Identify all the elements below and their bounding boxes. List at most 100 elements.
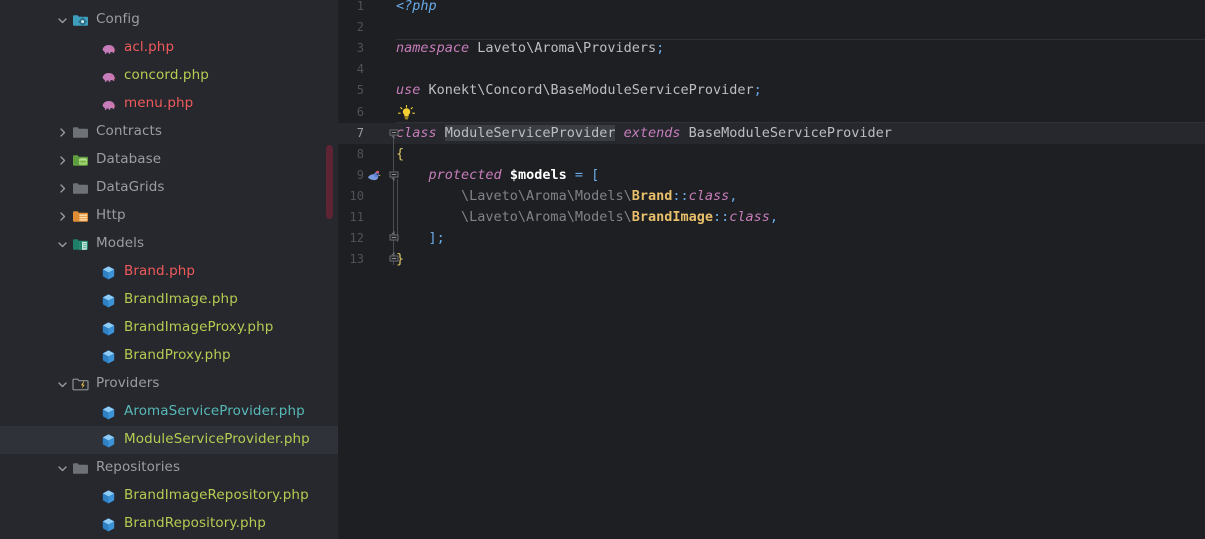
chevron-down-icon[interactable] — [56, 462, 69, 475]
chevron-down-icon[interactable] — [56, 378, 69, 391]
tree-item-label: BrandImage.php — [124, 291, 238, 308]
php-class-icon — [100, 292, 117, 309]
line-number: 10 — [349, 188, 364, 203]
php-class-icon — [100, 264, 117, 281]
tree-item-config[interactable]: Config — [0, 6, 338, 34]
tree-item-brandimage-php[interactable]: BrandImage.php — [0, 286, 338, 314]
tree-item-brandimagerepository-php[interactable]: BrandImageRepository.php — [0, 482, 338, 510]
tree-item-acl-php[interactable]: acl.php — [0, 34, 338, 62]
ide-window: Config acl.php concord.php menu.php Contract… — [0, 0, 1205, 539]
php-class-icon — [100, 404, 117, 421]
code-line-4[interactable]: 4 — [338, 59, 1205, 80]
tree-item-label: Config — [96, 11, 140, 28]
tree-item-brandrepository-php[interactable]: BrandRepository.php — [0, 510, 338, 538]
tree-item-database[interactable]: Database — [0, 146, 338, 174]
tree-item-repositories[interactable]: Repositories — [0, 454, 338, 482]
code-line-8[interactable]: 8{ — [338, 144, 1205, 165]
tree-item-label: ModuleServiceProvider.php — [124, 431, 310, 448]
tree-item-label: DataGrids — [96, 179, 165, 196]
fold-marker-line-13[interactable] — [386, 251, 402, 272]
line-number: 12 — [349, 231, 364, 246]
fold-marker-line-9[interactable] — [386, 167, 402, 188]
tree-item-label: BrandProxy.php — [124, 347, 231, 364]
tree-item-label: Database — [96, 151, 162, 168]
tree-item-datagrids[interactable]: DataGrids — [0, 174, 338, 202]
fold-marker-column[interactable] — [386, 0, 402, 539]
tree-item-label: concord.php — [124, 67, 209, 84]
php-class-icon — [100, 516, 117, 533]
fold-marker-line-12[interactable] — [386, 230, 402, 251]
tree-item-concord-php[interactable]: concord.php — [0, 62, 338, 90]
tree-item-label: BrandRepository.php — [124, 515, 266, 532]
tree-item-label: Brand.php — [124, 263, 196, 280]
tree-item-label: menu.php — [124, 95, 194, 112]
sidebar-scrollbar-thumb[interactable] — [326, 145, 333, 219]
code-line-text: ]; — [428, 230, 445, 247]
tree-item-providers[interactable]: Providers — [0, 370, 338, 398]
code-line-text: class ModuleServiceProvider extends Base… — [396, 124, 892, 141]
tree-item-brandproxy-php[interactable]: BrandProxy.php — [0, 342, 338, 370]
tree-item-aromaserviceprovider-php[interactable]: AromaServiceProvider.php — [0, 398, 338, 426]
folder-http-icon — [72, 208, 89, 225]
code-line-text: \Laveto\Aroma\Models\BrandImage::class, — [461, 209, 779, 225]
code-line-3[interactable]: 3 namespace Laveto\Aroma\Providers; — [338, 38, 1205, 59]
tree-item-moduleserviceprovider-php[interactable]: ModuleServiceProvider.php — [0, 426, 338, 454]
tree-item-brandimageproxy-php[interactable]: BrandImageProxy.php — [0, 314, 338, 342]
tree-item-contracts[interactable]: Contracts — [0, 118, 338, 146]
line-number: 1 — [356, 0, 364, 13]
php-class-icon — [100, 320, 117, 337]
code-line-6[interactable]: 6 — [338, 102, 1205, 123]
php-elephant-icon — [100, 40, 117, 57]
folder-database-icon — [72, 152, 89, 169]
php-elephant-icon — [100, 96, 117, 113]
chevron-right-icon[interactable] — [56, 182, 69, 195]
code-line-12[interactable]: 12 ]; — [338, 228, 1205, 249]
code-line-text: protected $models = [ — [428, 166, 600, 183]
code-line-13[interactable]: 13} — [338, 249, 1205, 270]
editor-pane[interactable]: 1 <?php 2 3 namespace Laveto\Aroma\Providers… — [338, 0, 1205, 539]
line-number: 4 — [356, 62, 364, 77]
tree-item-label: acl.php — [124, 39, 175, 56]
chevron-down-icon[interactable] — [56, 238, 69, 251]
code-line-7[interactable]: 7 class ModuleServiceProvider extends Bas… — [338, 122, 1205, 144]
code-line-1[interactable]: 1 <?php — [338, 0, 1205, 17]
tree-item-brand-php[interactable]: Brand.php — [0, 258, 338, 286]
code-line-9[interactable]: 9 protected $models = [ — [338, 165, 1205, 186]
folder-models-icon — [72, 236, 89, 253]
fold-marker-line-7[interactable] — [386, 125, 402, 146]
folder-providers-icon — [72, 376, 89, 393]
tree-item-label: Models — [96, 235, 145, 252]
tree-item-label: Http — [96, 207, 126, 224]
tree-item-label: Contracts — [96, 123, 163, 140]
line-number: 9 — [356, 167, 364, 182]
project-tool-window[interactable]: Config acl.php concord.php menu.php Contract… — [0, 0, 338, 539]
line-number: 3 — [356, 41, 364, 56]
code-line-5[interactable]: 5 use Konekt\Concord\BaseModuleServicePro… — [338, 80, 1205, 101]
code-line-text: <?php — [396, 0, 437, 14]
tree-item-label: Repositories — [96, 459, 181, 476]
folder-icon — [72, 180, 89, 197]
tree-item-label: BrandImageRepository.php — [124, 487, 309, 504]
chevron-right-icon[interactable] — [56, 154, 69, 167]
php-class-icon — [100, 432, 117, 449]
line-number: 6 — [356, 104, 364, 119]
tree-item-http[interactable]: Http — [0, 202, 338, 230]
line-number: 8 — [356, 146, 364, 161]
folder-config-icon — [72, 12, 89, 29]
line-number: 5 — [356, 83, 364, 98]
laravel-gutter-icon[interactable] — [366, 168, 383, 185]
tree-item-models[interactable]: Models — [0, 230, 338, 258]
chevron-right-icon[interactable] — [56, 210, 69, 223]
tree-item-menu-php[interactable]: menu.php — [0, 90, 338, 118]
folder-icon — [72, 124, 89, 141]
php-class-icon — [100, 348, 117, 365]
tree-item-label: Providers — [96, 375, 160, 392]
line-number: 11 — [349, 210, 364, 224]
code-line-11[interactable]: 11 \Laveto\Aroma\Models\BrandImage::clas… — [338, 207, 1205, 228]
lightbulb-intention-icon[interactable] — [398, 104, 415, 122]
chevron-down-icon[interactable] — [56, 14, 69, 27]
chevron-right-icon[interactable] — [56, 126, 69, 139]
code-line-10[interactable]: 10 \Laveto\Aroma\Models\Brand::class, — [338, 186, 1205, 207]
line-number: 7 — [356, 125, 364, 140]
code-line-2[interactable]: 2 — [338, 17, 1205, 38]
